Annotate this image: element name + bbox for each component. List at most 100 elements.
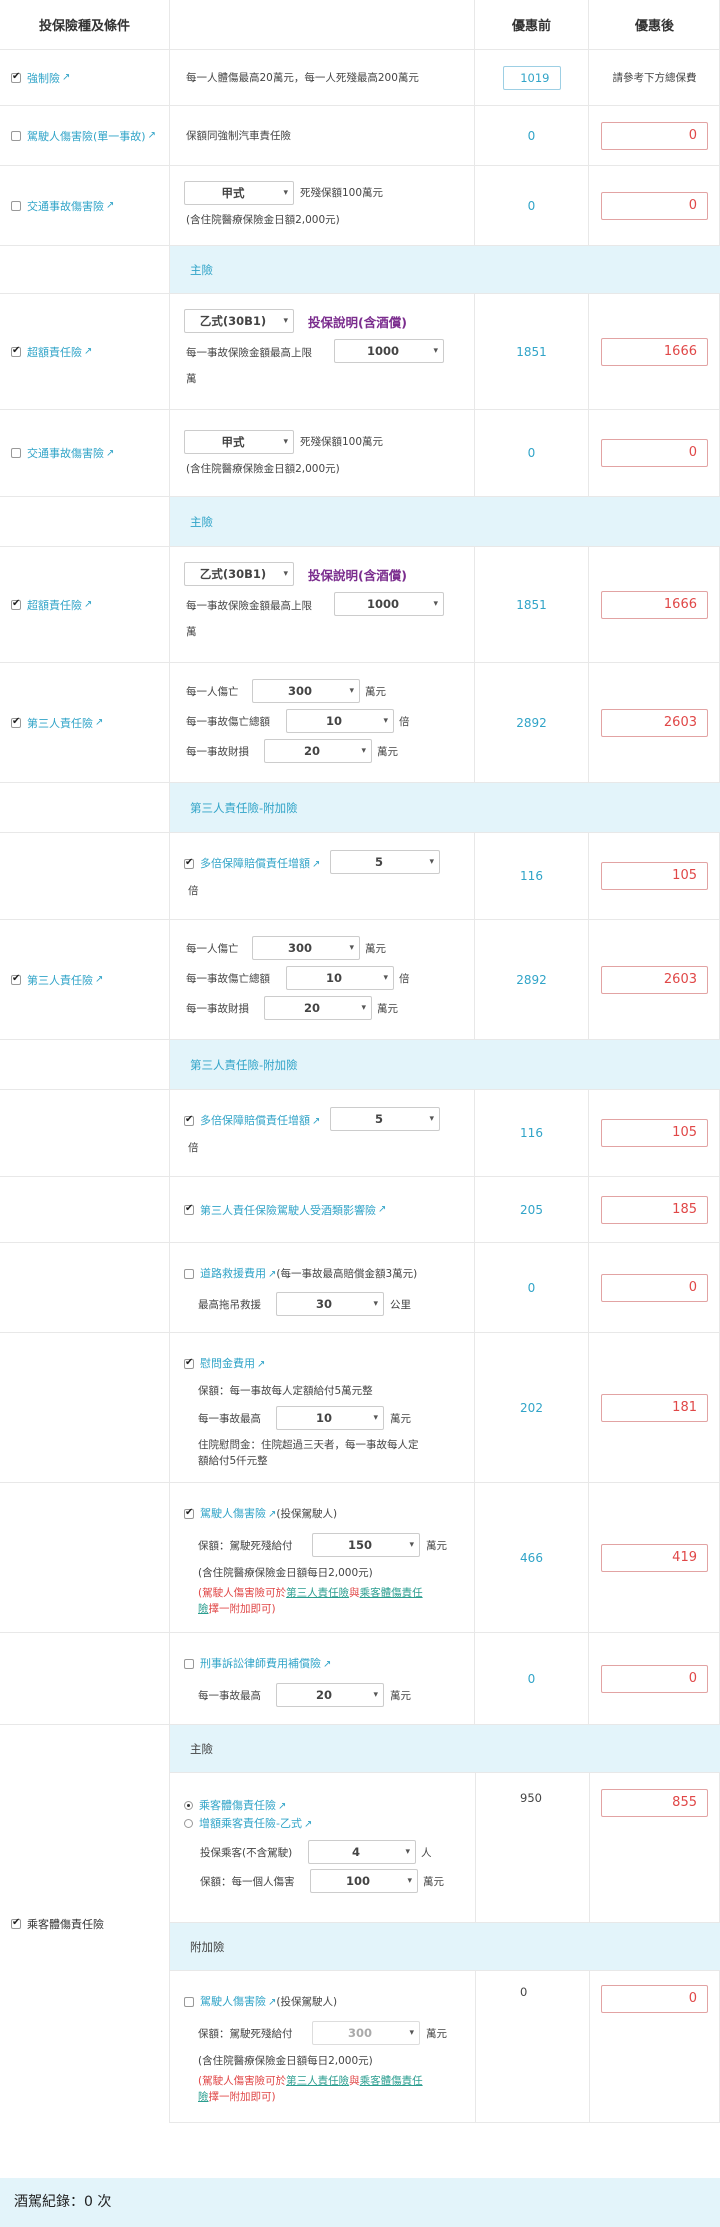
row-label[interactable]: 交通事故傷害險 [27, 445, 104, 461]
amount-select[interactable]: 1000 [334, 339, 444, 363]
note-link[interactable]: 險 [198, 1603, 209, 1615]
property-select[interactable]: 20 [264, 739, 372, 763]
price-after-input[interactable]: 2603 [601, 965, 708, 994]
price-after-input[interactable]: 0 [601, 1664, 708, 1693]
external-link-icon[interactable]: ↗ [84, 346, 92, 357]
radio[interactable] [184, 1801, 193, 1810]
row-label[interactable]: 駕駛人傷害險(單一事故) [27, 128, 146, 144]
external-link-icon[interactable]: ↗ [323, 1659, 331, 1670]
checkbox[interactable] [184, 1658, 194, 1669]
amount-select[interactable]: 1000 [334, 592, 444, 616]
price-after-input[interactable]: 1666 [601, 337, 708, 366]
injury-select[interactable]: 300 [252, 679, 360, 703]
checkbox[interactable] [11, 200, 21, 211]
note-link[interactable]: 第三人責任險 [286, 2075, 349, 2087]
row-desc: 保額同強制汽車責任險 [186, 130, 291, 142]
plan-select[interactable]: 甲式 [184, 181, 294, 205]
note-link[interactable]: 乘客體傷責任 [360, 2075, 423, 2087]
external-link-icon[interactable]: ↗ [95, 717, 103, 728]
price-after-input[interactable]: 0 [601, 1273, 708, 1302]
row-label[interactable]: 超額責任險 [27, 344, 82, 360]
price-after-input[interactable]: 419 [601, 1543, 708, 1572]
checkbox[interactable] [184, 1357, 194, 1369]
row-label[interactable]: 第三人責任險 [27, 972, 93, 988]
checkbox[interactable] [11, 448, 21, 458]
external-link-icon[interactable]: ↗ [62, 72, 70, 83]
checkbox[interactable] [11, 598, 21, 610]
row-label[interactable]: 駕駛人傷害險 [200, 1995, 266, 2008]
checkbox[interactable] [11, 973, 21, 985]
row-label[interactable]: 駕駛人傷害險 [200, 1507, 266, 1520]
price-after-input[interactable]: 855 [601, 1789, 708, 1817]
explain-link[interactable]: 投保說明(含酒償) [308, 312, 407, 331]
plan-select[interactable]: 乙式(30B1) [184, 309, 294, 333]
price-after-input[interactable]: 185 [601, 1195, 708, 1224]
row-label[interactable]: 刑事訴訟律師費用補償險 [200, 1657, 321, 1670]
multiplier-select[interactable]: 5 [330, 850, 440, 874]
explain-link[interactable]: 投保說明(含酒償) [308, 565, 407, 584]
amount-select[interactable]: 300 [312, 2021, 420, 2045]
plan-select[interactable]: 甲式 [184, 430, 294, 454]
note-text: 擇一附加即可) [208, 2091, 276, 2103]
price-after-input[interactable]: 0 [601, 439, 708, 467]
checkbox[interactable] [184, 1114, 194, 1126]
amount-select[interactable]: 10 [276, 1406, 384, 1430]
multiplier-select[interactable]: 10 [286, 966, 394, 990]
price-after-input[interactable]: 0 [601, 121, 708, 150]
note-link[interactable]: 險 [198, 2091, 209, 2103]
row-label[interactable]: 交通事故傷害險 [27, 198, 104, 214]
amount-select[interactable]: 100 [310, 1869, 418, 1893]
external-link-icon[interactable]: ↗ [106, 448, 114, 459]
checkbox[interactable] [11, 71, 21, 83]
row-label[interactable]: 第三人責任保險駕駛人受酒類影響險 [200, 1202, 376, 1218]
price-after-input[interactable]: 181 [601, 1393, 708, 1422]
row-label[interactable]: 多倍保障賠償責任增額 [200, 1114, 310, 1127]
price-after-input[interactable]: 0 [601, 191, 708, 220]
external-link-icon[interactable]: ↗ [257, 1359, 265, 1370]
radio-label[interactable]: 乘客體傷責任險 [199, 1799, 276, 1812]
external-link-icon[interactable]: ↗ [95, 974, 103, 985]
checkbox[interactable] [11, 130, 21, 141]
multiplier-select[interactable]: 10 [286, 709, 394, 733]
amount-select[interactable]: 20 [276, 1683, 384, 1707]
row-label[interactable]: 道路救援費用 [200, 1267, 266, 1280]
price-after-input[interactable]: 1666 [601, 590, 708, 619]
property-select[interactable]: 20 [264, 996, 372, 1020]
note-link[interactable]: 第三人責任險 [286, 1587, 349, 1599]
checkbox[interactable] [184, 1507, 194, 1519]
radio-label[interactable]: 增額乘客責任險-乙式 [199, 1817, 302, 1830]
price-after-input[interactable]: 0 [601, 1985, 708, 2013]
checkbox[interactable] [11, 716, 21, 728]
injury-select[interactable]: 300 [252, 936, 360, 960]
external-link-icon[interactable]: ↗ [378, 1204, 386, 1215]
amount-select[interactable]: 150 [312, 1533, 420, 1557]
price-after-input[interactable]: 2603 [601, 708, 708, 737]
external-link-icon[interactable]: ↗ [312, 859, 320, 870]
row-label[interactable]: 超額責任險 [27, 597, 82, 613]
checkbox[interactable] [184, 1996, 194, 2007]
row-label[interactable]: 第三人責任險 [27, 715, 93, 731]
external-link-icon[interactable]: ↗ [278, 1801, 286, 1812]
checkbox[interactable] [184, 857, 194, 869]
external-link-icon[interactable]: ↗ [84, 599, 92, 610]
external-link-icon[interactable]: ↗ [312, 1116, 320, 1127]
price-after-input[interactable]: 105 [601, 1119, 708, 1147]
row-label[interactable]: 強制險 [27, 70, 60, 86]
row-label[interactable]: 多倍保障賠償責任增額 [200, 857, 310, 870]
checkbox[interactable] [184, 1203, 194, 1215]
checkbox[interactable] [11, 345, 21, 357]
passenger-count-select[interactable]: 4 [308, 1840, 416, 1864]
tow-distance-select[interactable]: 30 [276, 1292, 384, 1316]
price-after-input[interactable]: 105 [601, 862, 708, 890]
external-link-icon[interactable]: ↗ [304, 1819, 312, 1830]
price-before-input[interactable]: 1019 [502, 65, 561, 90]
checkbox[interactable] [184, 1268, 194, 1279]
row-label[interactable]: 慰問金費用 [200, 1357, 255, 1370]
external-link-icon[interactable]: ↗ [148, 130, 156, 141]
checkbox[interactable] [11, 1917, 21, 1929]
plan-select[interactable]: 乙式(30B1) [184, 562, 294, 586]
note-link[interactable]: 乘客體傷責任 [360, 1587, 423, 1599]
multiplier-select[interactable]: 5 [330, 1107, 440, 1131]
external-link-icon[interactable]: ↗ [106, 200, 114, 211]
radio[interactable] [184, 1819, 193, 1828]
